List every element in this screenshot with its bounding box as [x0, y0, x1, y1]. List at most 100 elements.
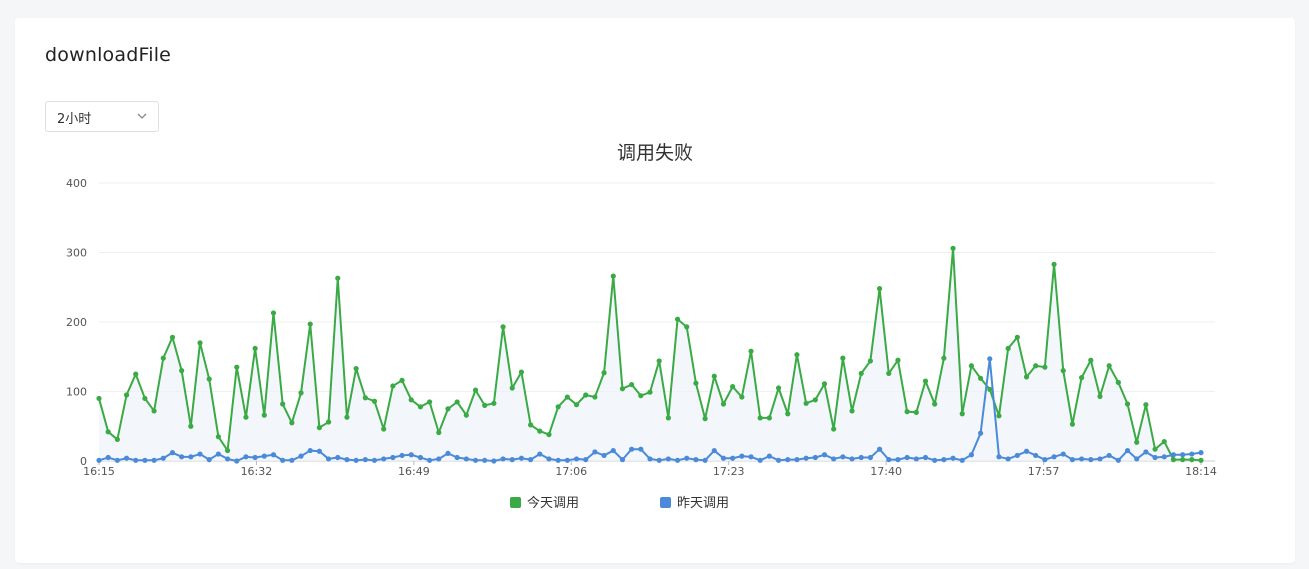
data-point — [114, 457, 120, 463]
data-point — [133, 457, 139, 463]
data-point — [1033, 452, 1039, 459]
data-point — [720, 455, 727, 461]
data-point — [1189, 451, 1195, 457]
legend-item[interactable]: 昨天调用 — [660, 496, 729, 511]
data-point — [206, 457, 212, 463]
data-point — [1042, 364, 1048, 370]
data-point — [886, 370, 892, 377]
data-point — [821, 381, 828, 387]
data-point — [463, 456, 469, 462]
data-point — [537, 451, 543, 457]
data-point — [674, 316, 681, 322]
data-point — [959, 457, 965, 463]
data-point — [160, 355, 166, 361]
data-point — [528, 457, 534, 463]
data-point — [96, 457, 102, 463]
data-point — [1143, 449, 1149, 455]
x-tick-label: 16:32 — [241, 465, 273, 478]
data-point — [840, 355, 846, 361]
data-point — [179, 454, 185, 460]
data-point — [702, 457, 708, 463]
data-point — [950, 245, 956, 251]
data-point — [289, 457, 295, 463]
x-tick-label: 17:57 — [1028, 465, 1060, 478]
legend-item[interactable]: 今天调用 — [510, 495, 579, 511]
data-point — [739, 453, 745, 459]
data-point — [932, 401, 938, 407]
data-point — [720, 401, 727, 407]
y-tick-label: 200 — [66, 316, 87, 329]
x-tick-label: 16:49 — [398, 465, 430, 478]
legend-swatch — [510, 497, 521, 508]
data-point — [748, 348, 754, 354]
data-point — [1106, 363, 1112, 369]
data-point — [160, 455, 166, 461]
data-point — [583, 457, 589, 463]
data-point — [197, 340, 203, 346]
data-point — [647, 456, 653, 462]
data-point — [1079, 375, 1085, 381]
data-point — [757, 415, 763, 421]
data-point — [528, 422, 534, 428]
data-point — [353, 365, 359, 372]
data-point — [1060, 368, 1066, 374]
data-point — [831, 456, 837, 462]
data-point — [169, 450, 176, 456]
data-point — [656, 457, 662, 463]
data-point — [546, 431, 552, 438]
data-point — [1069, 421, 1076, 427]
data-point — [702, 416, 708, 422]
data-point — [904, 409, 910, 415]
data-point — [151, 457, 157, 463]
data-point — [509, 457, 515, 463]
chart-legend: 今天调用 昨天调用 — [510, 495, 729, 511]
series-0 — [96, 245, 1204, 463]
data-point — [252, 345, 258, 352]
data-point — [133, 371, 139, 377]
data-point — [941, 457, 947, 463]
data-point — [987, 356, 993, 362]
data-point — [996, 413, 1002, 419]
x-tick-label: 16:15 — [83, 465, 115, 478]
data-point — [665, 415, 671, 421]
data-point — [371, 457, 378, 463]
data-point — [849, 408, 855, 414]
data-point — [629, 446, 635, 452]
data-point — [867, 358, 874, 364]
data-point — [427, 399, 433, 405]
data-point — [922, 378, 929, 384]
data-point — [325, 419, 332, 425]
data-point — [564, 394, 570, 400]
data-point — [96, 395, 102, 402]
data-point — [234, 458, 240, 464]
y-tick-label: 100 — [66, 386, 87, 399]
data-point — [500, 456, 506, 462]
data-point — [904, 454, 910, 461]
data-point — [858, 454, 864, 461]
data-point — [1170, 452, 1177, 458]
data-point — [169, 334, 176, 340]
data-point — [298, 390, 304, 396]
data-point — [573, 402, 580, 408]
data-point — [316, 448, 322, 454]
data-point — [968, 452, 975, 458]
data-point — [270, 452, 277, 458]
data-point — [1097, 456, 1103, 462]
data-point — [151, 408, 157, 414]
data-point — [509, 385, 515, 391]
data-point — [417, 454, 424, 461]
data-point — [307, 447, 313, 454]
data-point — [840, 454, 846, 460]
data-point — [638, 446, 644, 452]
data-point — [289, 420, 295, 426]
data-point — [224, 456, 231, 462]
data-point — [1088, 357, 1094, 363]
data-point — [785, 411, 791, 417]
data-point — [573, 456, 580, 462]
failure-line-chart: 调用失败 0100200300400 16:15 16:32 16:49 17:06 1… — [66, 142, 1217, 511]
x-axis: 16:15 16:32 16:49 17:06 17:23 17:40 17:57 18:14 — [83, 461, 1217, 478]
data-point — [592, 394, 598, 400]
data-point — [968, 363, 975, 369]
data-point — [849, 456, 855, 462]
data-point — [1106, 452, 1112, 459]
